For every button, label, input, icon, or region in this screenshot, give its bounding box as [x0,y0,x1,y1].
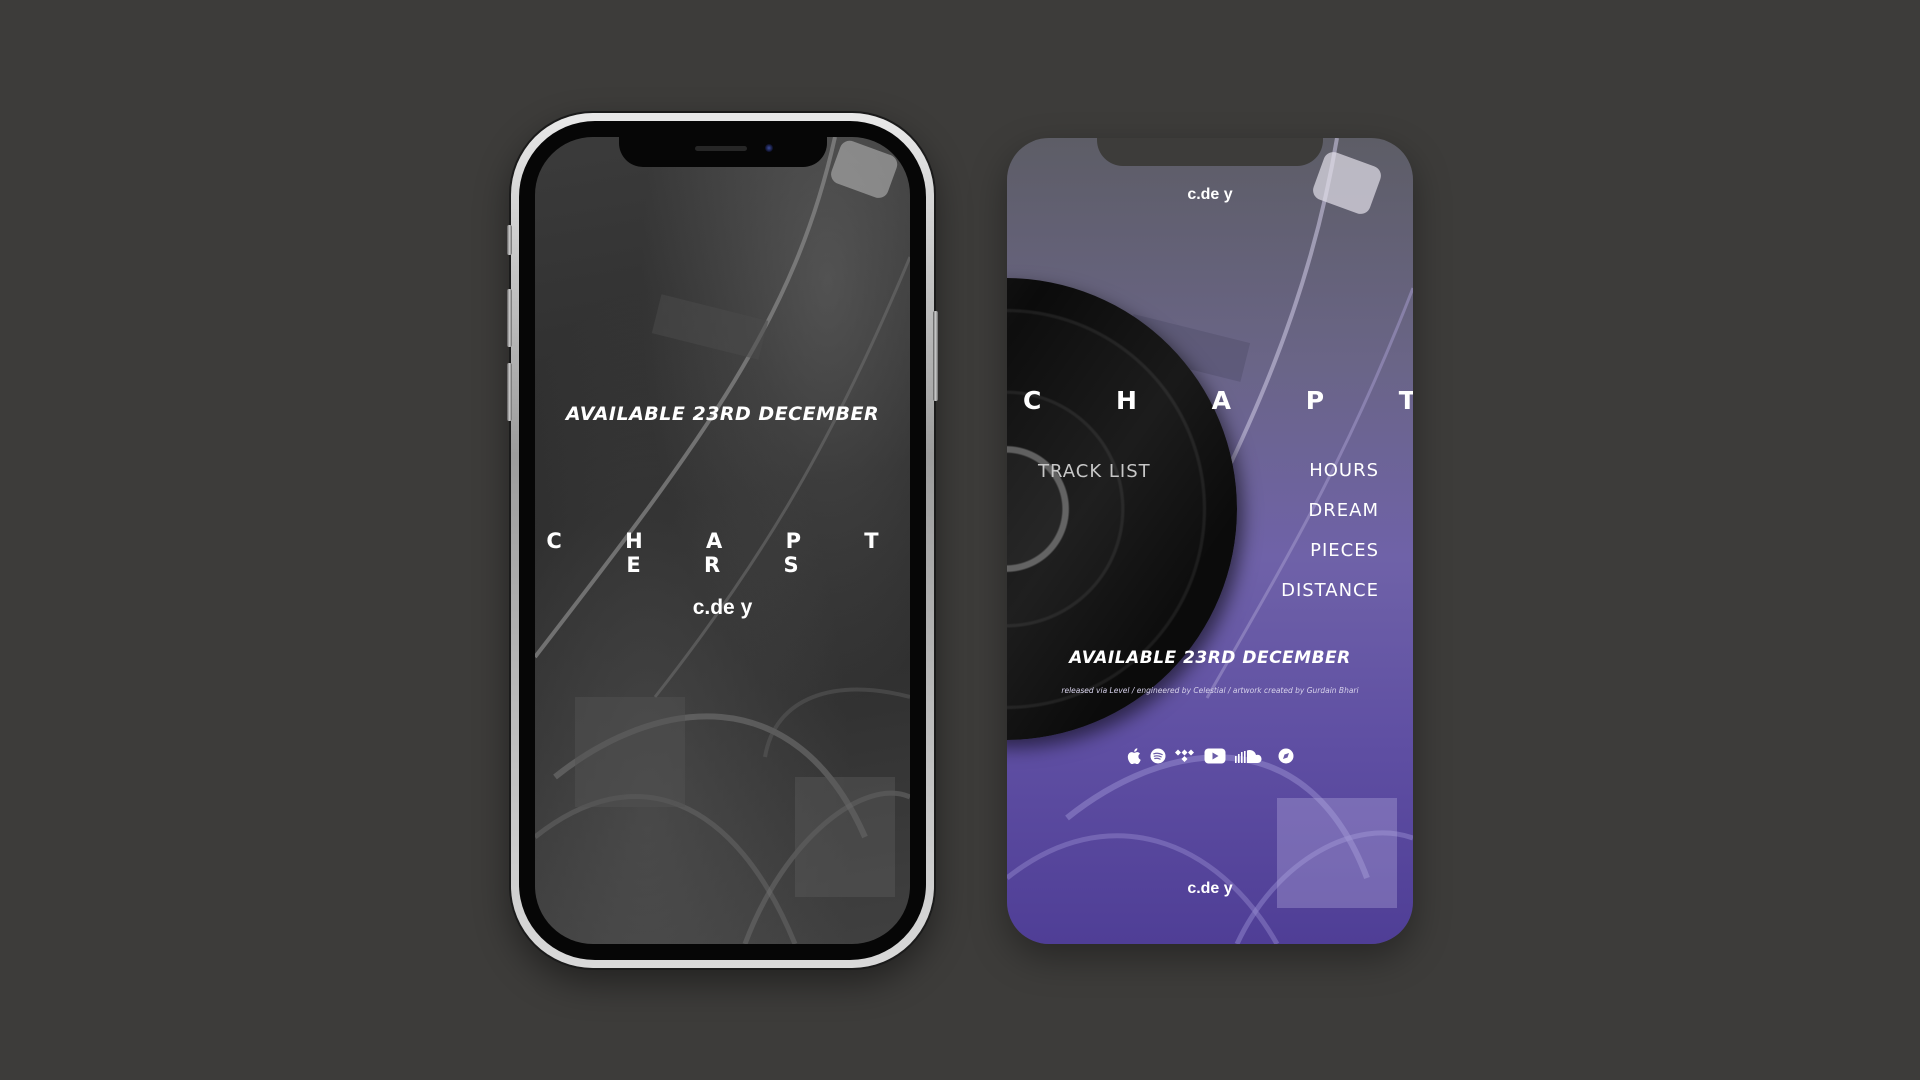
deezer-icon[interactable] [1278,748,1294,764]
power-button [933,311,938,401]
artist-name: c.de y [692,596,753,619]
volume-down-button [507,363,512,421]
spotify-icon[interactable] [1150,748,1166,764]
phone-notch [1097,138,1323,166]
vinyl-record-image [1007,278,1237,740]
phone-notch [618,137,827,167]
track-item-dream[interactable]: DREAM [1281,500,1379,540]
soundcloud-icon[interactable] [1234,749,1269,763]
volume-up-button [507,289,512,347]
track-list: HOURS DREAM PIECES DISTANCE [1281,460,1379,620]
phone-screen-left: AVAILABLE 23RD DECEMBER C H A P T E R S … [535,137,910,944]
track-item-hours[interactable]: HOURS [1281,460,1379,500]
youtube-icon[interactable] [1204,748,1226,764]
phone-right: c.de y C H A P T E R S TRACK LIST HOURS … [1007,138,1413,944]
availability-text: AVAILABLE 23RD DECEMBER [1069,648,1351,668]
artist-name-header: c.de y [1187,186,1233,203]
mockup-stage: AVAILABLE 23RD DECEMBER C H A P T E R S … [0,0,1920,1080]
track-item-distance[interactable]: DISTANCE [1281,580,1379,620]
streaming-platform-links [1007,748,1413,764]
speaker-grille [694,146,747,151]
album-title: C H A P T E R S [1023,386,1413,415]
tracklist-label: TRACK LIST [1038,461,1151,482]
album-title: C H A P T E R S [546,529,907,577]
mute-switch [507,225,512,255]
artist-name-footer: c.de y [1187,880,1233,897]
front-camera [764,144,773,152]
track-item-pieces[interactable]: PIECES [1281,540,1379,580]
apple-music-icon[interactable] [1127,748,1141,764]
phone-left: AVAILABLE 23RD DECEMBER C H A P T E R S … [507,113,938,968]
tidal-icon[interactable] [1174,749,1195,763]
release-credits: released via Level / engineered by Celes… [1061,686,1359,695]
availability-text: AVAILABLE 23RD DECEMBER [565,403,880,425]
